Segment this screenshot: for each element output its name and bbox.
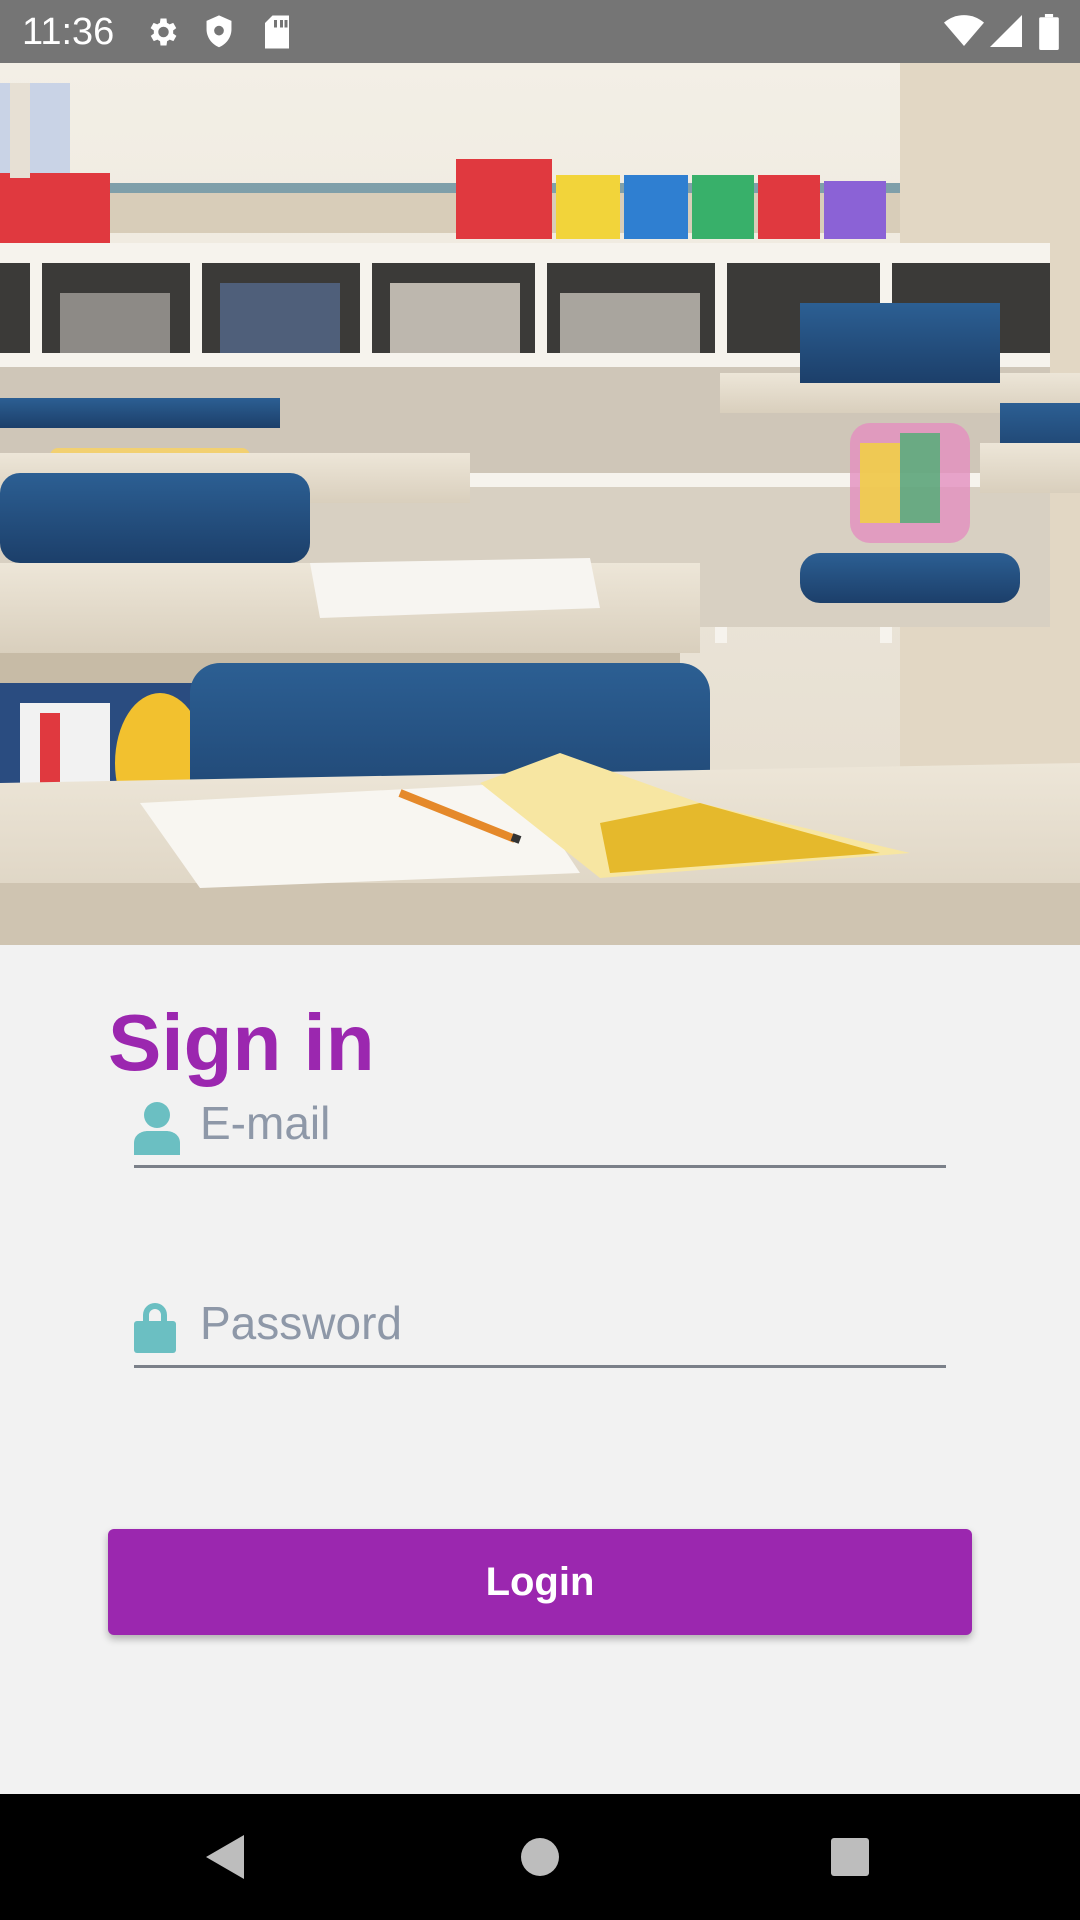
back-icon[interactable] [196,1827,256,1887]
shield-icon [206,15,232,48]
email-field-container [134,1055,946,1168]
hero-image [0,63,1080,945]
person-icon [134,1102,180,1155]
status-time: 11:36 [22,11,115,53]
email-input[interactable] [200,1083,930,1163]
signin-form: Sign in Login [0,945,1080,1794]
battery-icon [1039,14,1059,50]
password-field-container [134,1255,946,1368]
gear-icon [150,18,177,46]
lock-icon [134,1303,176,1353]
signal-icon [990,15,1022,47]
password-input[interactable] [200,1283,930,1363]
classroom-photo [0,63,1080,945]
navigation-bar [0,1794,1080,1920]
wifi-icon [944,15,984,46]
recents-icon[interactable] [820,1827,880,1887]
login-button[interactable]: Login [108,1529,972,1635]
status-bar: 11:36 [0,0,1080,63]
home-icon[interactable] [510,1827,570,1887]
sd-card-icon [265,15,289,49]
